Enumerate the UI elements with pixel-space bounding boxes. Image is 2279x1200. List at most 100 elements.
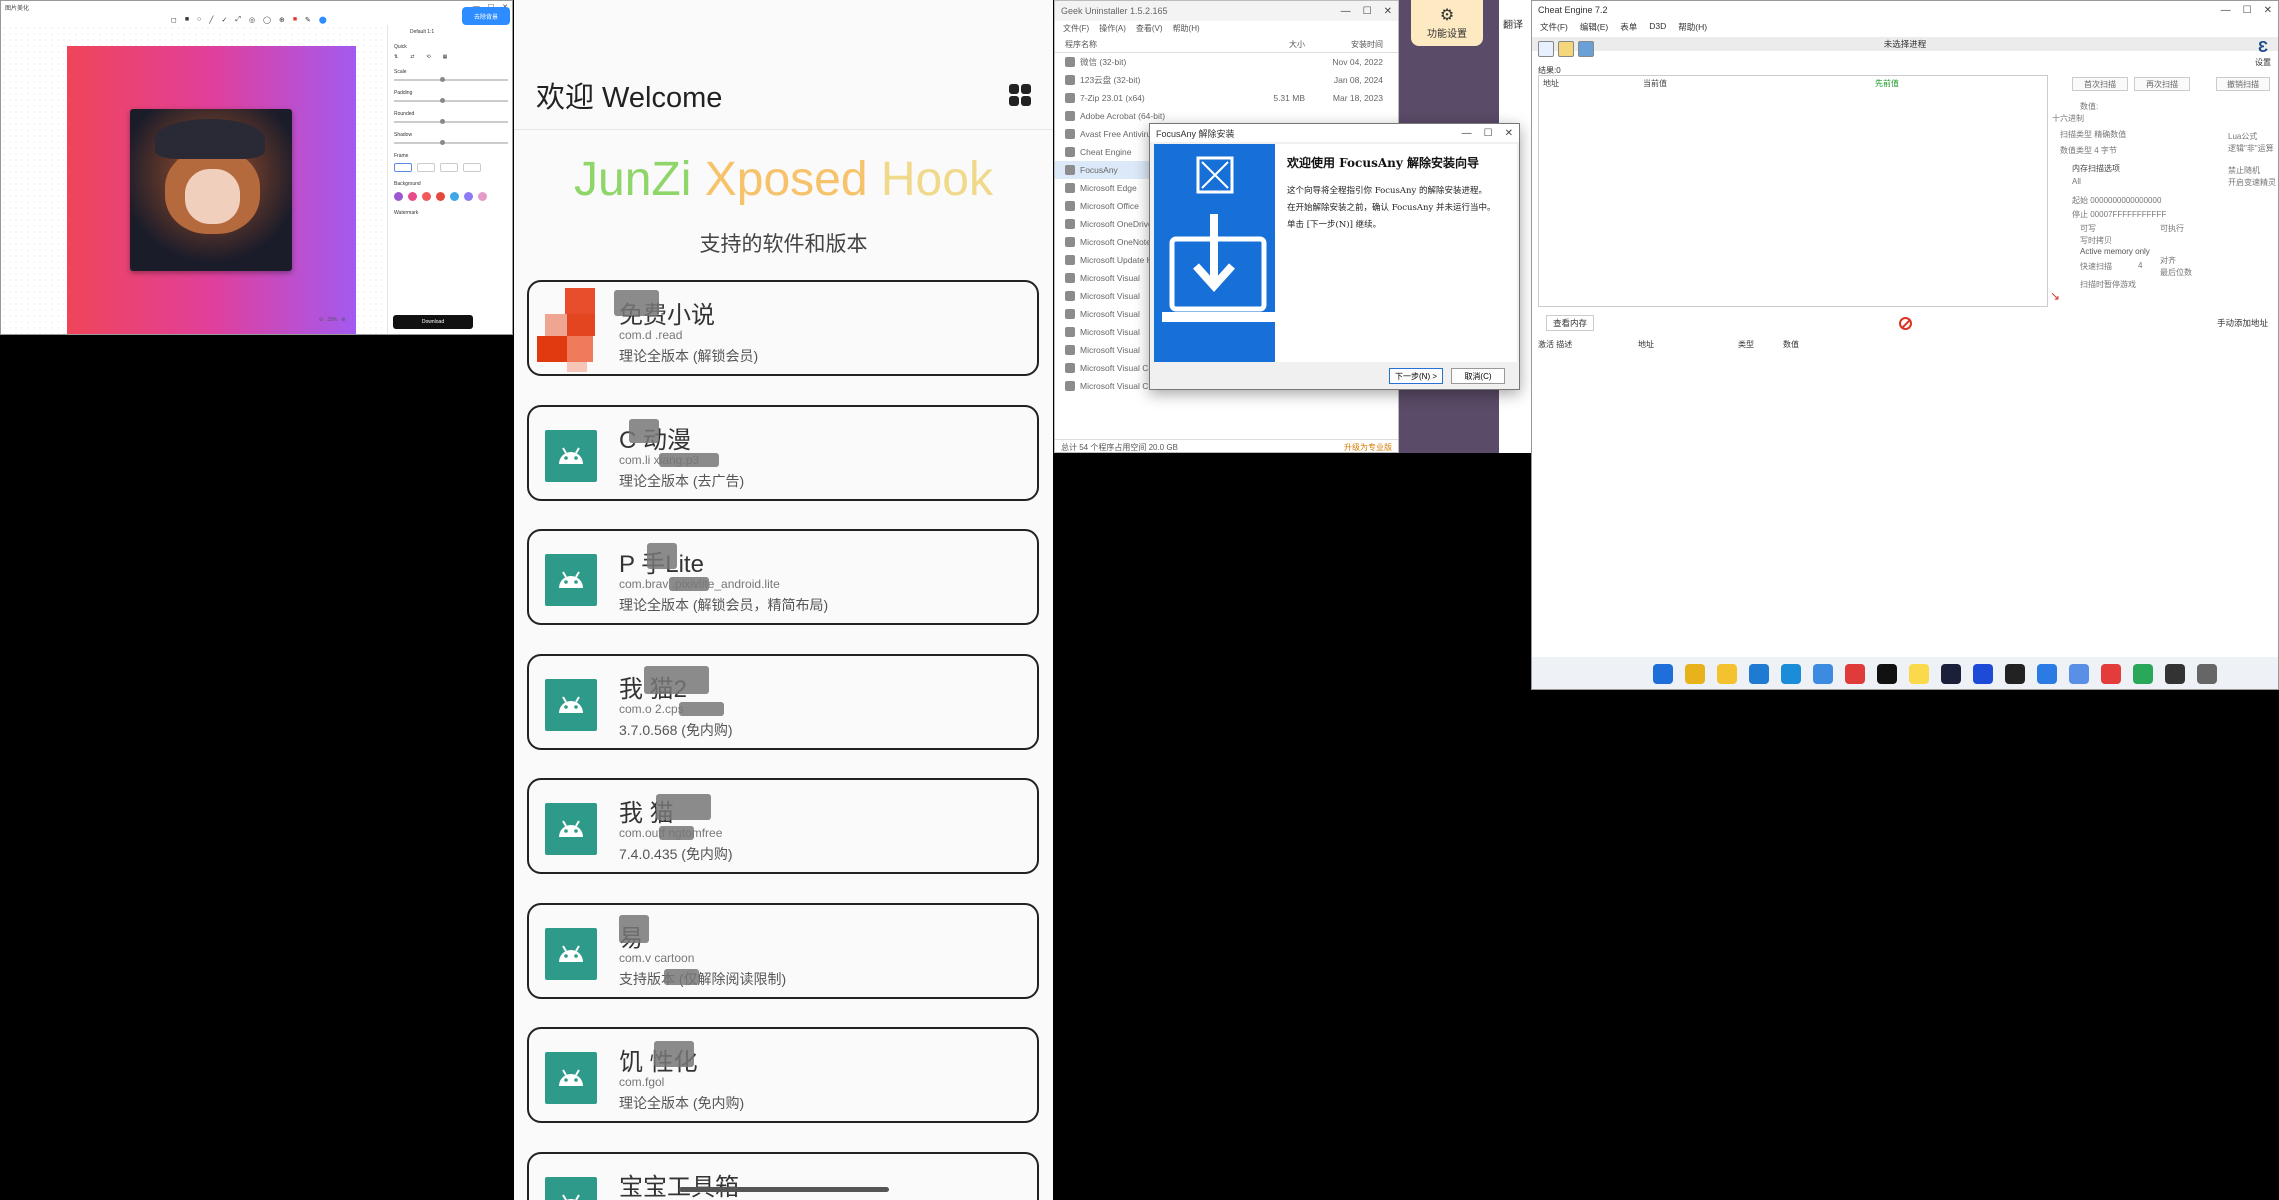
pause-game-checkbox[interactable]: 扫描时暂停游戏 (2080, 279, 2136, 290)
program-row[interactable]: 微信 (32-bit) Nov 04, 2022 (1055, 53, 1398, 71)
frame-option[interactable] (394, 163, 412, 172)
clear-list-icon[interactable] (1899, 316, 1912, 330)
minimize-icon[interactable]: — (1462, 128, 1472, 139)
taskbar-app-icon[interactable] (2037, 664, 2057, 684)
col-date[interactable]: 安装时间 (1305, 39, 1383, 50)
draw-tool-icon[interactable]: ⊕ (279, 16, 285, 24)
program-row[interactable]: 123云盘 (32-bit) Jan 08, 2024 (1055, 71, 1398, 89)
remove-background-button[interactable]: 去除背景 (462, 7, 510, 25)
draw-tool-icon[interactable]: ◯ (263, 16, 271, 24)
next-button[interactable]: 下一步(N) > (1389, 368, 1443, 384)
quick-action-icon[interactable]: ⟲ (426, 54, 430, 60)
add-address-button[interactable]: 手动添加地址 (2217, 317, 2268, 329)
align-radio[interactable]: 对齐 (2160, 255, 2176, 266)
col-addr[interactable]: 地址 (1638, 339, 1738, 350)
scan-results-list[interactable]: 地址 当前值 先前值 (1538, 75, 2048, 307)
writable-checkbox[interactable]: 可写 (2080, 223, 2096, 234)
draw-tool-icon[interactable]: ◎ (249, 16, 255, 24)
col-address[interactable]: 地址 (1543, 78, 1643, 89)
scale-slider[interactable] (394, 77, 508, 82)
col-name[interactable]: 程序名称 (1065, 39, 1260, 50)
frame-option[interactable] (440, 163, 458, 172)
taskbar-app-icon[interactable] (2069, 664, 2089, 684)
taskbar-app-icon[interactable] (1877, 664, 1897, 684)
lua-formula-checkbox[interactable]: Lua公式 (2228, 131, 2257, 142)
menu-item[interactable]: D3D (1649, 21, 1666, 33)
app-card[interactable]: C 动漫com.li xiang.p3理论全版本 (去广告) (527, 404, 1039, 501)
color-swatch[interactable] (422, 192, 431, 201)
color-swatch[interactable] (408, 192, 417, 201)
taskbar-app-icon[interactable] (2101, 664, 2121, 684)
open-process-icon[interactable] (1538, 41, 1554, 57)
quick-action-icon[interactable]: ▦ (443, 54, 448, 60)
quick-action-icon[interactable]: ⇄ (410, 54, 414, 60)
save-icon[interactable] (1578, 41, 1594, 57)
taskbar-app-icon[interactable] (1813, 664, 1833, 684)
minimize-icon[interactable]: — (1341, 6, 1351, 17)
frame-option[interactable] (463, 163, 481, 172)
active-memory-checkbox[interactable]: Active memory only (2080, 247, 2150, 256)
col-active-desc[interactable]: 激活 描述 (1538, 339, 1638, 350)
executable-checkbox[interactable]: 可执行 (2160, 223, 2184, 234)
menu-item[interactable]: 编辑(E) (1580, 21, 1608, 33)
feature-settings-tile[interactable]: ⚙ 功能设置 (1411, 0, 1483, 46)
menu-item[interactable]: 文件(F) (1540, 21, 1568, 33)
app-card[interactable]: 我 猫2com.o 2.cps3.7.0.568 (免内购) (527, 653, 1039, 750)
maximize-icon[interactable]: ☐ (1363, 6, 1372, 17)
speedhack-checkbox[interactable]: 开启变速精灵 (2228, 177, 2276, 188)
taskbar-app-icon[interactable] (2133, 664, 2153, 684)
draw-tool-icon[interactable]: ○ (197, 16, 201, 24)
undo-scan-button[interactable]: 撤销扫描 (2216, 77, 2270, 91)
taskbar-app-icon[interactable] (1653, 664, 1673, 684)
color-swatch[interactable] (478, 192, 487, 201)
frame-option[interactable] (417, 163, 435, 172)
cancel-button[interactable]: 取消(C) (1451, 368, 1505, 384)
draw-tool-icon[interactable]: ⬤ (319, 16, 327, 24)
maximize-icon[interactable]: ☐ (1484, 128, 1493, 139)
app-card[interactable]: 我 猫 com.outf ngtomfree 7.4.0.435 (免内购) (527, 778, 1039, 874)
close-icon[interactable]: ✕ (2264, 5, 2272, 16)
fast-scan-value[interactable]: 4 (2138, 261, 2142, 270)
copy-on-write-checkbox[interactable]: 写时拷贝 (2080, 235, 2112, 246)
taskbar-app-icon[interactable] (1717, 664, 1737, 684)
col-previous[interactable]: 先前值 (1875, 78, 1975, 89)
close-icon[interactable]: ✕ (1384, 6, 1392, 17)
app-card[interactable]: 易com.v cartoon支持版本 (仅解除阅读限制) (527, 902, 1039, 999)
start-address[interactable]: 起始 0000000000000000 (2072, 195, 2161, 206)
taskbar-app-icon[interactable] (1749, 664, 1769, 684)
next-scan-button[interactable]: 再次扫描 (2134, 77, 2190, 91)
menu-item[interactable]: 帮助(H) (1173, 23, 1200, 35)
taskbar-app-icon[interactable] (1781, 664, 1801, 684)
color-swatch[interactable] (464, 192, 473, 201)
zoom-out-icon[interactable]: ⊖ (319, 317, 323, 323)
taskbar-app-icon[interactable] (2197, 664, 2217, 684)
download-button[interactable]: Download (393, 315, 473, 329)
taskbar-app-icon[interactable] (2165, 664, 2185, 684)
scan-type-select[interactable]: 扫描类型 精确数值 (2060, 129, 2126, 140)
taskbar-app-icon[interactable] (1973, 664, 1993, 684)
shadow-slider[interactable] (394, 140, 508, 145)
col-value[interactable]: 数值 (1783, 339, 1799, 350)
taskbar-app-icon[interactable] (1845, 664, 1865, 684)
menu-item[interactable]: 查看(V) (1136, 23, 1163, 35)
draw-tool-icon[interactable]: ✓ (222, 16, 228, 24)
color-swatch[interactable] (436, 192, 445, 201)
draw-tool-icon[interactable]: ✎ (305, 16, 311, 24)
draw-tool-icon[interactable]: ╱ (209, 16, 213, 24)
col-type[interactable]: 类型 (1738, 339, 1783, 350)
not-logic-checkbox[interactable]: 逻辑"非"运算 (2228, 143, 2274, 154)
maximize-icon[interactable]: ☐ (2243, 5, 2252, 16)
close-icon[interactable]: ✕ (1505, 128, 1513, 139)
rounded-slider[interactable] (394, 119, 508, 124)
ce-settings[interactable]: Ɛ 设置 (2252, 39, 2274, 67)
padding-slider[interactable] (394, 98, 508, 103)
preset-select[interactable]: Default 1:1 (410, 29, 508, 35)
color-swatch[interactable] (450, 192, 459, 201)
translate-label[interactable]: 翻译 (1503, 20, 1523, 31)
draw-tool-icon[interactable]: ⤢ (235, 16, 241, 24)
draw-tool-icon[interactable]: ■ (293, 16, 297, 24)
grid-menu-icon[interactable] (1009, 83, 1031, 106)
upgrade-link[interactable]: 升级为专业版 (1344, 442, 1392, 452)
open-file-icon[interactable] (1558, 41, 1574, 57)
fast-scan-checkbox[interactable]: 快速扫描 (2080, 261, 2112, 272)
